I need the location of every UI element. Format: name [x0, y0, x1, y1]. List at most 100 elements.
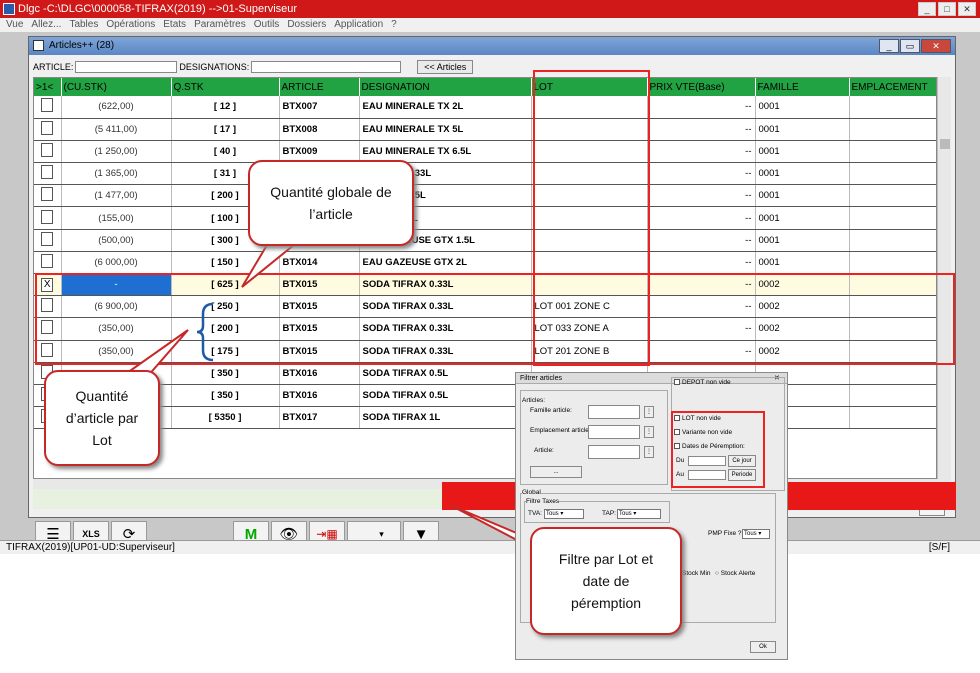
callout-lot-quantity: Quantité d’article par Lot [44, 370, 160, 466]
window-minimize-button[interactable]: _ [879, 39, 899, 53]
cell-famille: 0001 [755, 251, 850, 275]
menu-bar: Vue Allez... Tables Opérations Etats Paramètr… [0, 18, 980, 32]
window-close-button[interactable]: ✕ [921, 39, 951, 53]
cell-prix: -- [647, 118, 756, 141]
cell-qstk: [ 5350 ] [171, 406, 280, 430]
cell-article: BTX008 [279, 118, 360, 141]
column-header[interactable]: >1< [34, 78, 62, 96]
app-minimize-button[interactable]: _ [918, 2, 936, 16]
cell-famille: 0001 [755, 96, 850, 119]
cell-emplacement [849, 118, 936, 141]
cell-qstk: [ 17 ] [171, 118, 280, 141]
cell-emplacement [849, 162, 936, 186]
cell-famille: 0001 [755, 206, 850, 230]
cell-qstk: [ 350 ] [171, 362, 280, 385]
cell-cu: (1 365,00) [61, 162, 172, 186]
tva-select[interactable]: Tous ▾ [544, 509, 584, 519]
row-checkbox-cell [34, 118, 62, 141]
table-row[interactable]: (6 000,00)[ 150 ] BTX014 EAU GAZEUSE GTX 2… [34, 251, 936, 275]
filter-bar: ARTICLE: DESIGNATIONS: << Articles [33, 59, 953, 75]
column-header[interactable]: ARTICLE [279, 78, 360, 96]
table-row[interactable]: (5 411,00)[ 17 ] BTX008 EAU MINERALE TX 5L… [34, 118, 936, 141]
column-header[interactable]: Q.STK [171, 78, 280, 96]
app-close-button[interactable]: ✕ [958, 2, 976, 16]
article-lots-highlight [35, 273, 955, 365]
row-checkbox[interactable] [41, 209, 54, 224]
cell-emplacement [849, 251, 936, 275]
window-title-bar: Articles++ (28) _ ▭ ✕ [29, 37, 955, 55]
articles-more-button[interactable]: ... [530, 466, 582, 478]
menu-item-1[interactable]: Allez... [31, 18, 61, 32]
cell-cu: (500,00) [61, 229, 172, 252]
row-checkbox[interactable] [41, 187, 54, 202]
menu-item-4[interactable]: Etats [163, 18, 186, 32]
cell-qstk: [ 150 ] [171, 251, 280, 275]
cell-famille: 0001 [755, 184, 850, 208]
articles-button[interactable]: << Articles [417, 60, 474, 74]
row-checkbox[interactable] [41, 231, 54, 246]
row-checkbox-cell [34, 96, 62, 119]
menu-item-2[interactable]: Tables [69, 18, 98, 32]
menu-item-3[interactable]: Opérations [106, 18, 155, 32]
table-row[interactable]: (1 477,00)[ 200 ]USE GTX 0.5L--0001 [34, 184, 936, 208]
row-checkbox[interactable] [41, 142, 54, 157]
row-checkbox[interactable] [41, 120, 54, 135]
window-restore-button[interactable]: ▭ [900, 39, 920, 53]
emplacement-picker-button[interactable]: ⋮ [644, 426, 654, 438]
row-checkbox[interactable] [41, 253, 54, 268]
table-row[interactable]: [ 350 ] BTX016 SODA TIFRAX 0.5L [34, 384, 936, 408]
menu-item-5[interactable]: Paramètres [194, 18, 246, 32]
designation-filter-input[interactable] [251, 61, 402, 73]
menu-item-9[interactable]: ? [391, 18, 397, 32]
row-checkbox[interactable] [41, 98, 54, 113]
row-checkbox-cell [34, 162, 62, 186]
table-row[interactable]: (1 365,00)[ 31 ]USE GTX 0.33L--0001 [34, 162, 936, 186]
famille-field[interactable] [588, 405, 640, 419]
article-picker-button[interactable]: ⋮ [644, 446, 654, 458]
designation-filter-label: DESIGNATIONS: [179, 62, 250, 72]
menu-item-6[interactable]: Outils [254, 18, 280, 32]
row-checkbox-cell [34, 140, 62, 164]
cell-cu: (5 411,00) [61, 118, 172, 141]
cell-article: BTX007 [279, 96, 360, 119]
grid-header-row: >1< (CU.STK) Q.STK ARTICLE DESIGNATION LOT PRI… [34, 78, 936, 96]
row-checkbox-cell [34, 206, 62, 230]
cell-emplacement [849, 140, 936, 164]
table-row[interactable]: (1 250,00)[ 40 ] BTX009 EAU MINERALE TX 6.… [34, 140, 936, 164]
column-header[interactable]: FAMILLE [755, 78, 850, 96]
menu-item-0[interactable]: Vue [6, 18, 23, 32]
emplacement-field[interactable] [588, 425, 640, 439]
cell-prix: -- [647, 184, 756, 208]
callout-filter-lot: Filtre par Lot et date de péremption [530, 527, 682, 635]
cell-emplacement [849, 184, 936, 208]
brace-icon [196, 302, 214, 362]
tap-select[interactable]: Tous ▾ [617, 509, 661, 519]
cell-famille: 0001 [755, 162, 850, 186]
column-header[interactable]: EMPLACEMENT [849, 78, 936, 96]
cell-emplacement [849, 229, 936, 252]
table-row[interactable]: [ 350 ] BTX016 SODA TIFRAX 0.5L [34, 362, 936, 385]
ok-button[interactable]: Ok [750, 641, 776, 653]
article-filter-input[interactable] [75, 61, 178, 73]
article-field[interactable] [588, 445, 640, 459]
cell-prix: -- [647, 251, 756, 275]
column-header[interactable]: DESIGNATION [359, 78, 532, 96]
table-row[interactable]: (622,00)[ 12 ] BTX007 EAU MINERALE TX 2L --… [34, 96, 936, 119]
row-checkbox-cell [34, 251, 62, 275]
column-header[interactable]: PRIX VTE(Base) [647, 78, 756, 96]
cell-cu: (622,00) [61, 96, 172, 119]
row-checkbox[interactable] [41, 165, 54, 180]
pmp-select[interactable]: Tous ▾ [742, 529, 770, 539]
app-title-bar: Dlgc -C:\DLGC\000058-TIFRAX(2019) -->01-… [0, 0, 980, 18]
famille-picker-button[interactable]: ⋮ [644, 406, 654, 418]
table-row[interactable]: [ 5350 ] BTX017 SODA TIFRAX 1L [34, 406, 936, 430]
window-icon [33, 40, 44, 51]
app-maximize-button[interactable]: □ [938, 2, 956, 16]
menu-item-8[interactable]: Application [334, 18, 383, 32]
menu-item-7[interactable]: Dossiers [287, 18, 326, 32]
table-row[interactable]: (155,00)[ 100 ]USE GTX 1L--0001 [34, 206, 936, 230]
table-row[interactable]: (500,00)[ 300 ]013EAU GAZEUSE GTX 1.5L--… [34, 229, 936, 252]
cell-prix: -- [647, 229, 756, 252]
column-header[interactable]: (CU.STK) [61, 78, 172, 96]
cell-famille: 0001 [755, 229, 850, 252]
